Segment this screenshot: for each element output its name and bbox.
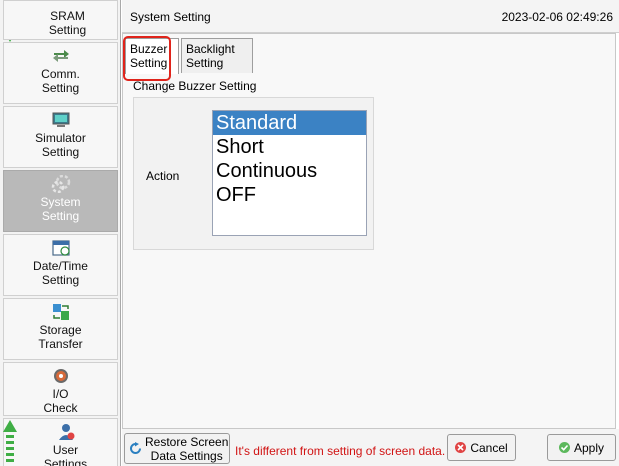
sidebar-item-label: Comm. Setting [41, 67, 80, 95]
sidebar-item-label: Simulator Setting [35, 131, 86, 159]
highlight-box [123, 36, 171, 81]
action-label: Action [146, 169, 180, 183]
sidebar-item-io-check[interactable]: I/O Check [3, 362, 118, 416]
sidebar-item-simulator-setting[interactable]: Simulator Setting [3, 106, 118, 168]
storage-transfer-icon [52, 304, 69, 320]
sidebar-item-sram-setting[interactable]: SRAM Setting [3, 0, 118, 40]
option-short[interactable]: Short [213, 135, 366, 159]
cancel-icon [455, 442, 467, 453]
sidebar-item-label: User Settings [43, 443, 88, 466]
buzzer-settings-panel: Action Standard Short Continuous OFF [133, 97, 374, 250]
sidebar-item-label: I/O Check [43, 387, 78, 415]
tab-label: Backlight Setting [186, 42, 235, 70]
tab-buzzer-setting[interactable]: Buzzer Setting [123, 36, 179, 81]
sidebar-item-label: System Setting [40, 195, 81, 223]
footer: Restore Screen Data Settings It's differ… [122, 429, 619, 466]
sidebar-item-storage-transfer[interactable]: Storage Transfer [3, 298, 118, 360]
option-continuous[interactable]: Continuous [213, 159, 366, 183]
gear-icon [51, 175, 70, 193]
tab-backlight-setting[interactable]: Backlight Setting [181, 38, 253, 73]
restore-icon [130, 442, 141, 454]
sidebar-item-user-settings[interactable]: User Settings [3, 418, 118, 466]
action-listbox[interactable]: Standard Short Continuous OFF [212, 110, 367, 236]
sidebar-item-label: SRAM Setting [48, 9, 87, 37]
restore-button-label: Restore Screen Data Settings [145, 434, 229, 463]
sidebar-item-label: Date/Time Setting [33, 259, 88, 287]
sidebar-item-label: Storage Transfer [38, 323, 83, 351]
cancel-button-label: Cancel [470, 440, 508, 455]
simulator-icon [52, 112, 69, 127]
check-icon [558, 442, 570, 453]
scroll-up-icon[interactable] [2, 418, 18, 466]
calendar-icon [51, 240, 70, 256]
sidebar-item-comm-setting[interactable]: Comm. Setting [3, 42, 118, 104]
cancel-button[interactable]: Cancel [447, 434, 516, 461]
sidebar-item-system-setting[interactable]: System Setting [3, 170, 118, 232]
page-title: System Setting [130, 10, 211, 24]
user-settings-icon [58, 424, 74, 440]
comm-icon [52, 50, 69, 62]
warning-message: It's different from setting of screen da… [235, 444, 446, 458]
io-check-icon [53, 369, 68, 383]
option-off[interactable]: OFF [213, 183, 366, 207]
main-content: Buzzer Setting Backlight Setting Change … [122, 33, 616, 429]
restore-screen-data-button[interactable]: Restore Screen Data Settings [124, 433, 230, 464]
sidebar-item-datetime-setting[interactable]: Date/Time Setting [3, 234, 118, 296]
section-title: Change Buzzer Setting [133, 79, 257, 93]
datetime-display: 2023-02-06 02:49:26 [501, 10, 613, 24]
apply-button[interactable]: Apply [547, 434, 616, 461]
sidebar: SRAM Setting Comm. Setting Simulator Set… [0, 0, 121, 466]
apply-button-label: Apply [573, 440, 605, 455]
option-standard[interactable]: Standard [213, 111, 366, 135]
header: System Setting 2023-02-06 02:49:26 [122, 0, 619, 33]
